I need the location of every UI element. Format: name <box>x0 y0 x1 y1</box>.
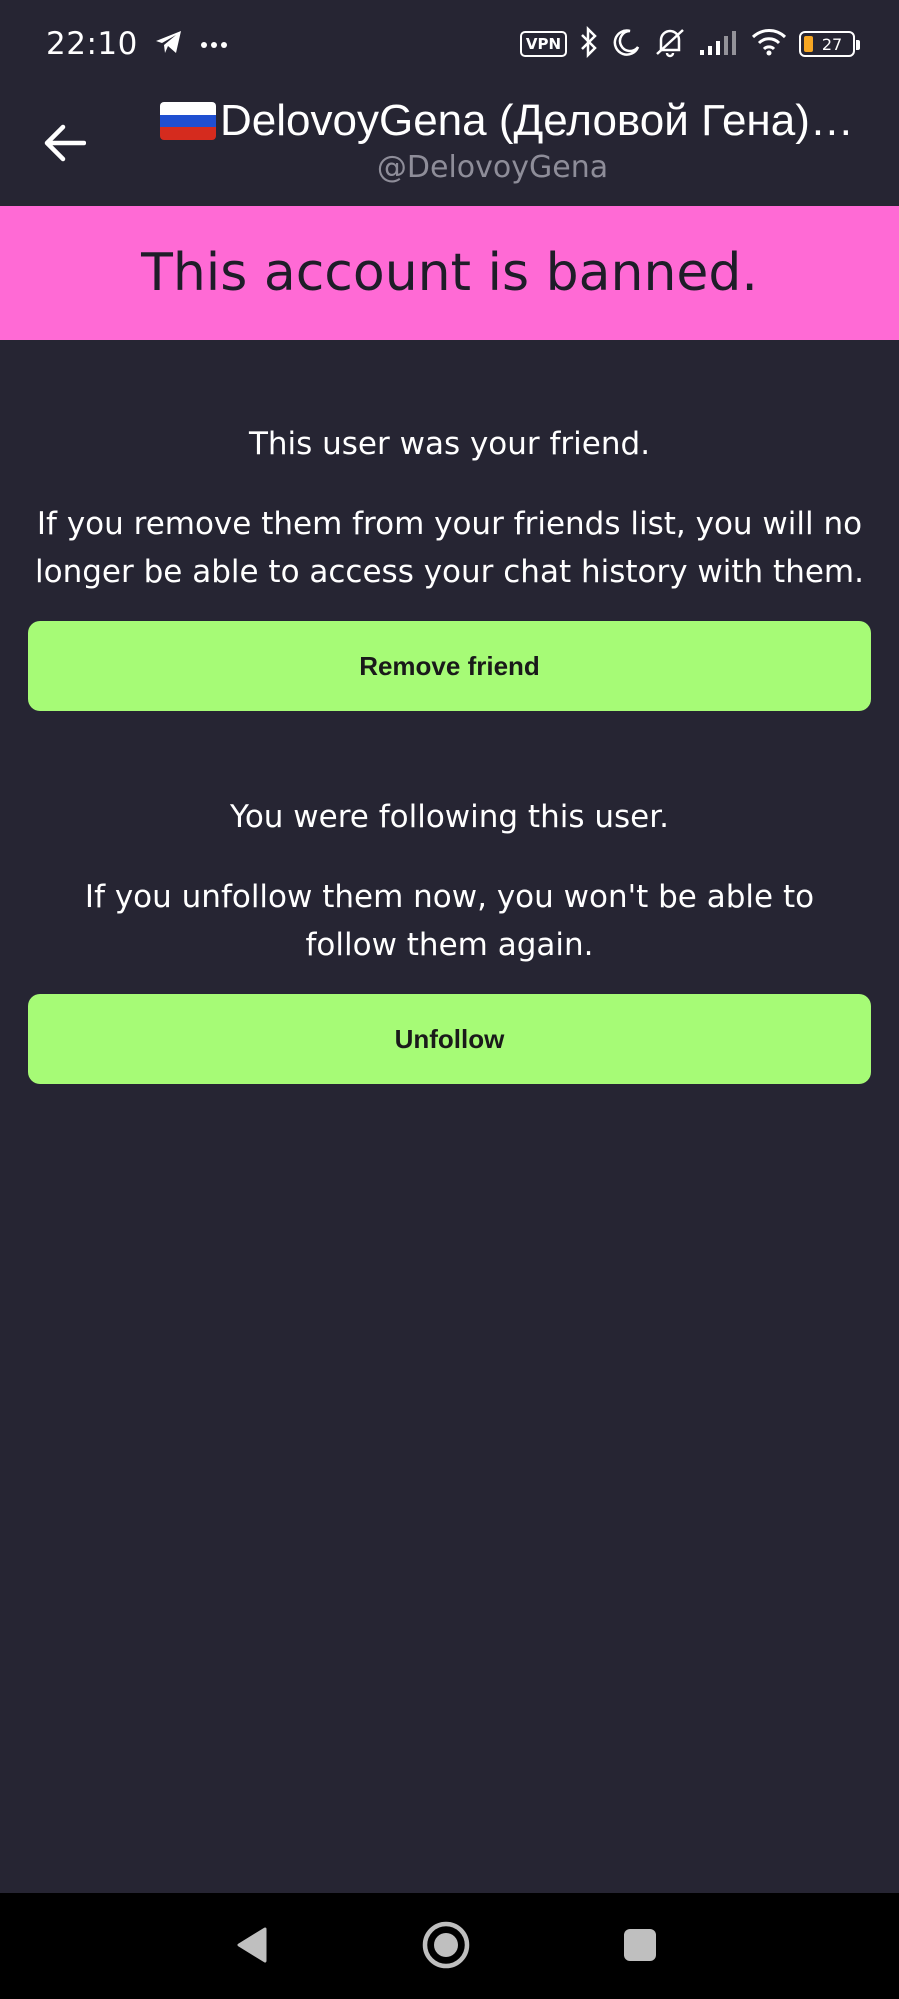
status-right: VPN 27 <box>519 25 860 62</box>
moon-icon <box>611 27 641 61</box>
more-dots-icon <box>200 35 228 54</box>
unfollow-button[interactable]: Unfollow <box>28 994 871 1084</box>
app-bar: DelovoyGena (Деловой Гена)… @DelovoyGena <box>0 88 899 206</box>
status-bar: 22:10 VPN 27 <box>0 0 899 88</box>
status-left: 22:10 <box>46 26 228 62</box>
nav-back-icon <box>235 1926 269 1968</box>
nav-home-icon <box>421 1920 471 1974</box>
follow-section-description: If you unfollow them now, you won't be a… <box>84 879 815 963</box>
status-time: 22:10 <box>46 26 138 62</box>
mute-icon <box>653 26 687 62</box>
header-title-group: DelovoyGena (Деловой Гена)… @DelovoyGena <box>160 96 875 185</box>
ban-message: This account is banned. <box>141 243 758 303</box>
signal-icon <box>699 28 739 60</box>
friend-section-description: If you remove them from your friends lis… <box>35 506 864 590</box>
nav-recents-icon <box>622 1927 658 1967</box>
remove-friend-button[interactable]: Remove friend <box>28 621 871 711</box>
title-row: DelovoyGena (Деловой Гена)… <box>160 96 875 146</box>
friend-section-title: This user was your friend. <box>248 426 651 462</box>
follow-section-title: You were following this user. <box>230 799 669 835</box>
bluetooth-icon <box>579 25 599 62</box>
nav-recents-button[interactable] <box>608 1915 672 1979</box>
wifi-icon <box>751 28 787 60</box>
russia-flag-icon <box>160 102 216 140</box>
page-title: DelovoyGena (Деловой Гена)… <box>220 96 854 145</box>
screen: 22:10 VPN 27 DelovoyGena (Деловой Гена)…… <box>0 0 899 1999</box>
nav-home-button[interactable] <box>414 1915 478 1979</box>
battery-level: 27 <box>821 34 843 54</box>
arrow-left-icon <box>44 124 87 166</box>
vpn-icon: VPN <box>519 31 567 57</box>
battery-icon: 27 <box>799 31 860 57</box>
telegram-icon <box>154 28 184 60</box>
back-button[interactable] <box>28 108 102 182</box>
nav-back-button[interactable] <box>220 1915 284 1979</box>
system-nav-bar <box>0 1893 899 1999</box>
ban-banner: This account is banned. <box>0 206 899 340</box>
username: @DelovoyGena <box>376 150 609 185</box>
